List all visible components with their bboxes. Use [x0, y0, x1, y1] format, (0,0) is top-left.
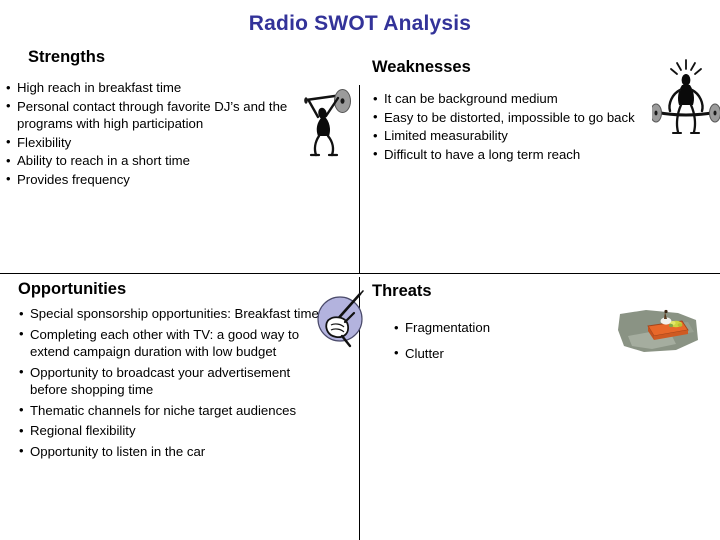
horizontal-divider: [0, 273, 720, 274]
vertical-divider-top: [359, 85, 360, 273]
threats-bullet-list: Fragmentation Clutter: [394, 319, 654, 362]
weightlifter-straining-icon: [652, 56, 720, 144]
list-item: High reach in breakfast time: [6, 79, 296, 97]
raft-on-water-icon: [616, 306, 702, 358]
opportunities-heading: Opportunities: [18, 280, 127, 298]
opportunities-bullet-list: Special sponsorship opportunities: Break…: [19, 305, 319, 460]
list-item: Opportunity to broadcast your advertisem…: [19, 363, 319, 399]
list-item: Thematic channels for niche target audie…: [19, 401, 319, 420]
list-item: Regional flexibility: [19, 422, 319, 440]
weightlifter-overhead-icon: [296, 86, 354, 160]
swot-slide: Radio SWOT Analysis Strengths High reach…: [0, 0, 720, 540]
list-item: Provides frequency: [6, 170, 296, 189]
list-item: Ability to reach in a short time: [6, 152, 296, 170]
list-item: Flexibility: [6, 133, 296, 152]
page-title: Radio SWOT Analysis: [248, 12, 472, 35]
list-item: Special sponsorship opportunities: Break…: [19, 305, 319, 323]
list-item: Fragmentation: [394, 319, 654, 337]
list-item: Easy to be distorted, impossible to go b…: [373, 108, 673, 127]
list-item: Clutter: [394, 344, 654, 363]
weaknesses-bullet-list: It can be background medium Easy to be d…: [373, 90, 673, 163]
list-item: Limited measurability: [373, 127, 673, 145]
strengths-heading: Strengths: [28, 48, 106, 66]
strengths-bullet-list: High reach in breakfast time Personal co…: [6, 79, 296, 188]
list-item: Personal contact through favorite DJ’s a…: [6, 97, 296, 133]
hand-holding-pen-circle-icon: [316, 289, 368, 351]
list-item: Opportunity to listen in the car: [19, 442, 319, 461]
list-item: Completing each other with TV: a good wa…: [19, 325, 319, 361]
list-item: It can be background medium: [373, 90, 673, 108]
quadrant-opportunities: Opportunities Special sponsorship opport…: [0, 280, 350, 463]
list-item: Difficult to have a long term reach: [373, 145, 673, 164]
threats-heading: Threats: [372, 282, 432, 300]
